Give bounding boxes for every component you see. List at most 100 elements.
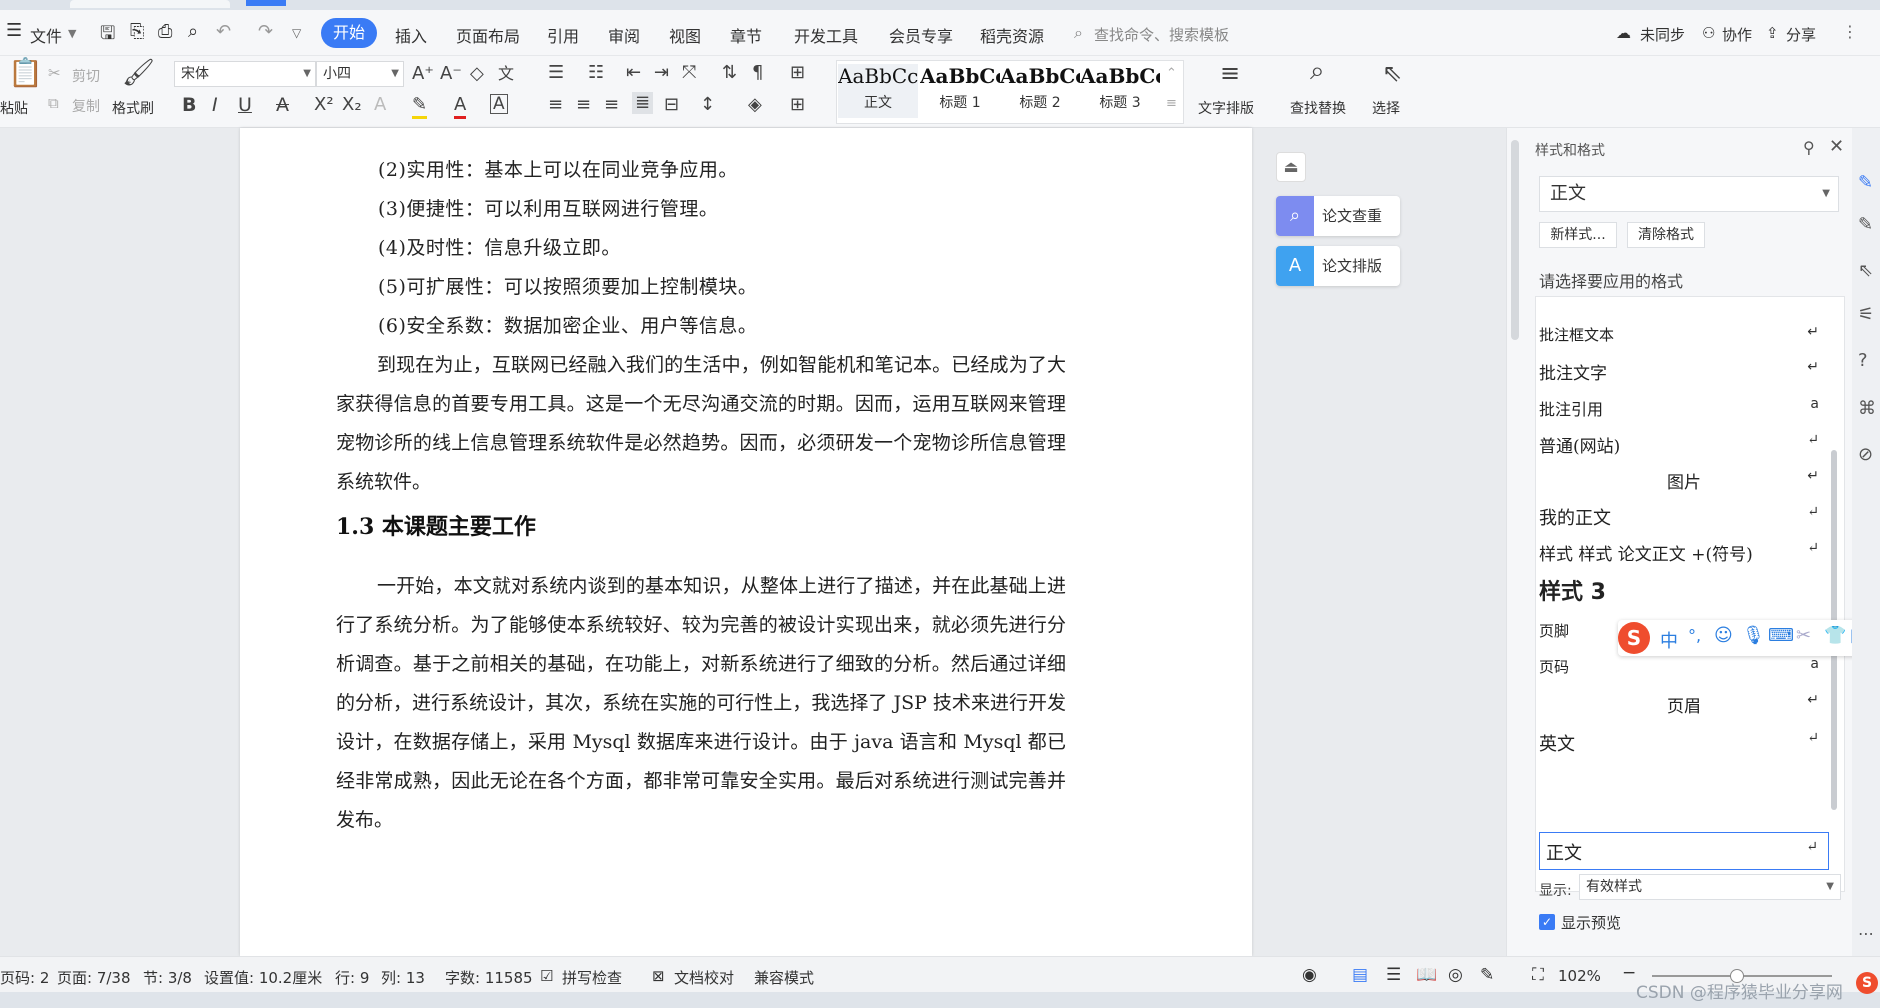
strikethrough-icon[interactable]: A: [276, 94, 289, 116]
cut-icon[interactable]: ✂: [48, 64, 61, 82]
collaborate-button[interactable]: 协作: [1722, 24, 1752, 45]
tab-start[interactable]: 开始: [321, 18, 377, 48]
zoom-out-icon[interactable]: −: [1622, 963, 1636, 983]
web-view-icon[interactable]: ◎: [1448, 965, 1463, 985]
font-color-icon[interactable]: A: [454, 94, 467, 119]
text-effect-icon[interactable]: A: [374, 94, 386, 116]
tab-member[interactable]: 会员专享: [889, 23, 953, 47]
share-icon[interactable]: ⇪: [1766, 24, 1779, 42]
sort-icon[interactable]: ⇅: [722, 62, 737, 84]
adjust-icon[interactable]: ⚟: [1858, 304, 1874, 325]
status-page-code[interactable]: 页码: 2: [0, 967, 49, 988]
write-view-icon[interactable]: ✎: [1480, 965, 1494, 985]
file-menu[interactable]: 文件: [30, 23, 62, 47]
scrollbar[interactable]: [1511, 140, 1519, 340]
emoji-icon[interactable]: ☺: [1714, 625, 1733, 646]
style-heading-2[interactable]: AaBbCcI 标题 2: [1000, 64, 1080, 118]
style-list-item[interactable]: 样式 3: [1539, 574, 1829, 606]
style-pane-icon[interactable]: ✎: [1858, 172, 1873, 193]
chevron-down-icon[interactable]: ▼: [68, 27, 76, 40]
show-filter-select[interactable]: 有效样式 ▼: [1579, 874, 1841, 900]
select-cursor-icon[interactable]: ⇖: [1382, 61, 1402, 85]
save-icon[interactable]: 🖫: [100, 21, 115, 51]
shading-icon[interactable]: ◈: [748, 94, 762, 116]
find-replace-icon[interactable]: ⌕: [1310, 58, 1325, 84]
punctuation-icon[interactable]: °,: [1688, 626, 1701, 645]
format-painter-icon[interactable]: 🖌: [122, 60, 155, 86]
sogou-logo-icon[interactable]: S: [1618, 622, 1650, 654]
style-heading-1[interactable]: AaBbCcI 标题 1: [920, 64, 1000, 118]
font-size-select[interactable]: 小四 ▼: [316, 61, 404, 87]
toolbox-icon[interactable]: ✂: [1796, 625, 1811, 646]
paragraph-mark-icon[interactable]: ¶: [752, 62, 763, 84]
tab-references[interactable]: 引用: [547, 23, 579, 47]
customize-quick-access-icon[interactable]: ▽: [292, 26, 301, 40]
export-pdf-icon[interactable]: ⎘: [130, 21, 144, 42]
clear-format-icon[interactable]: ◇: [470, 63, 484, 85]
gallery-more-icon[interactable]: ≡: [1166, 96, 1177, 111]
increase-indent-icon[interactable]: ⇥: [654, 62, 669, 84]
style-list-item[interactable]: 页码 a: [1539, 656, 1829, 677]
panel-title[interactable]: 样式和格式: [1535, 140, 1605, 160]
chinese-layout-icon[interactable]: ⤧: [682, 62, 696, 84]
tab-docer-resources[interactable]: 稻壳资源: [980, 23, 1044, 47]
skin-icon[interactable]: 👕: [1824, 625, 1846, 646]
bullet-list-icon[interactable]: ☰: [548, 62, 564, 84]
justify-icon[interactable]: ≣: [632, 92, 654, 114]
microphone-icon[interactable]: 🎙: [1742, 625, 1765, 646]
more-icon[interactable]: ⋯: [1858, 924, 1874, 943]
style-list-item[interactable]: 页眉 ↵: [1539, 692, 1829, 717]
font-name-select[interactable]: 宋体 ▼: [174, 61, 316, 87]
spell-check-button[interactable]: 拼写检查: [562, 967, 622, 988]
status-section[interactable]: 节: 3/8: [143, 967, 192, 988]
text-layout-button[interactable]: 文字排版: [1198, 98, 1254, 118]
style-list-item[interactable]: 我的正文 ↵: [1539, 504, 1829, 530]
tab-developer[interactable]: 开发工具: [794, 23, 858, 47]
highlight-icon[interactable]: ✎: [412, 94, 428, 119]
clear-format-button[interactable]: 清除格式: [1627, 222, 1705, 248]
more-icon[interactable]: ⋮: [1842, 22, 1858, 41]
tab-page-layout[interactable]: 页面布局: [456, 23, 520, 47]
undo-icon[interactable]: ↶: [216, 21, 231, 42]
sogou-tray-icon[interactable]: S: [1856, 972, 1878, 994]
numbered-list-icon[interactable]: ☷: [588, 62, 604, 84]
edit-icon[interactable]: ✎: [1858, 214, 1873, 235]
share-panel-icon[interactable]: ⌘: [1858, 398, 1876, 419]
outline-view-icon[interactable]: ☰: [1386, 965, 1401, 985]
find-replace-button[interactable]: 查找替换: [1290, 98, 1346, 118]
phonetic-guide-icon[interactable]: 文: [498, 63, 514, 85]
redo-icon[interactable]: ↷: [258, 21, 273, 42]
copy-button[interactable]: 复制: [72, 96, 100, 116]
pointer-icon[interactable]: ⇖: [1858, 260, 1873, 281]
grow-font-icon[interactable]: A⁺: [412, 63, 434, 85]
reading-view-icon[interactable]: 📖: [1416, 965, 1437, 985]
paste-button[interactable]: 粘贴: [0, 98, 28, 118]
style-list-item[interactable]: 批注框文本 ↵: [1539, 324, 1829, 345]
page-view-icon[interactable]: ▤: [1352, 965, 1368, 985]
current-style-select[interactable]: 正文 ▼: [1539, 176, 1839, 212]
style-list-item[interactable]: 批注文字 ↵: [1539, 359, 1829, 384]
collapse-icon[interactable]: ⏏: [1276, 152, 1306, 182]
style-list-item[interactable]: 图片 ↵: [1539, 468, 1829, 493]
cloud-sync-icon[interactable]: ☁: [1616, 24, 1631, 42]
tab-view[interactable]: 视图: [669, 23, 701, 47]
proofread-button[interactable]: 文档校对: [674, 967, 734, 988]
zoom-level[interactable]: 102%: [1558, 967, 1601, 985]
borders-icon[interactable]: ⊞: [790, 94, 805, 116]
print-icon[interactable]: ⎙: [158, 21, 172, 42]
print-preview-icon[interactable]: ⌕: [188, 21, 198, 42]
line-spacing-icon[interactable]: ↕: [700, 94, 715, 116]
superscript-icon[interactable]: X²: [314, 94, 334, 116]
align-right-icon[interactable]: ≡: [604, 94, 619, 116]
new-style-button[interactable]: 新样式...: [1539, 222, 1617, 248]
doc-tab[interactable]: [70, 0, 230, 8]
thesis-layout-button[interactable]: A 论文排版: [1276, 246, 1400, 286]
share-button[interactable]: 分享: [1786, 24, 1816, 45]
style-heading-3[interactable]: AaBbCc 标题 3: [1080, 64, 1160, 118]
status-row[interactable]: 行: 9: [335, 967, 369, 988]
keyboard-icon[interactable]: ⌨: [1768, 625, 1794, 646]
copy-icon[interactable]: ⧉: [48, 94, 59, 112]
shrink-font-icon[interactable]: A⁻: [440, 63, 462, 85]
subscript-icon[interactable]: X₂: [342, 94, 362, 116]
italic-icon[interactable]: I: [212, 94, 218, 116]
